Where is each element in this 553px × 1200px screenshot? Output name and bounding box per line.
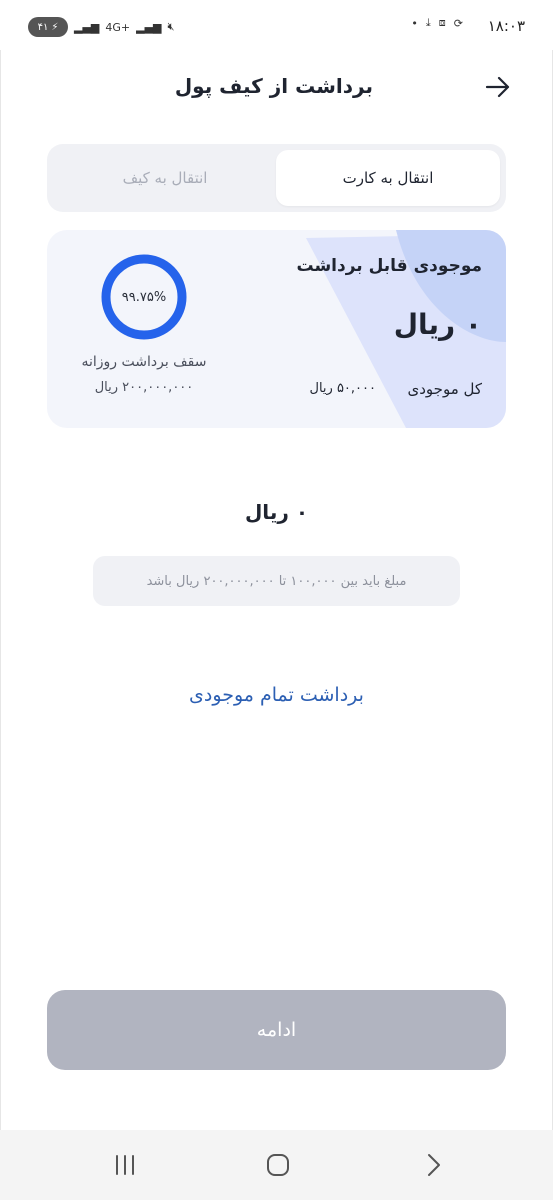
download-icon: ⤓ [425, 16, 431, 29]
recents-icon [116, 1155, 134, 1175]
screenshot-icon: ⧈ [438, 16, 446, 29]
daily-cap-value: ۲۰۰,۰۰۰,۰۰۰ ریال [94, 380, 194, 395]
sync-icon: ⟳ [453, 16, 463, 30]
signal-icon: ▂▄▆ [74, 20, 100, 34]
daily-cap-progress-ring: ۹۹.۷۵% [99, 252, 189, 342]
signal-icon-2: ▂▄▆ [136, 20, 162, 34]
balance-card: موجودی قابل برداشت ۰ ریال کل موجودی ۵۰,۰… [47, 230, 506, 428]
system-nav-bar [0, 1130, 553, 1200]
status-bar: ۴۱ ⚡ ▂▄▆ 4G+ ▂▄▆ 🔇︎ • ⤓ ⧈ ⟳ ۱۸:۰۳ [0, 0, 553, 50]
tab-wallet-transfer[interactable]: انتقال به کیف [53, 150, 277, 206]
withdrawable-balance-label: موجودی قابل برداشت [296, 256, 482, 276]
transfer-tabs: انتقال به کارت انتقال به کیف [47, 144, 506, 212]
back-nav-button[interactable] [414, 1150, 454, 1180]
chevron-right-icon [428, 1154, 440, 1176]
total-balance-label: کل موجودی [407, 380, 483, 398]
status-time: ۱۸:۰۳ [487, 17, 525, 35]
recent-apps-button[interactable] [105, 1150, 145, 1180]
withdraw-all-link[interactable]: برداشت تمام موجودی [0, 684, 553, 706]
continue-button[interactable]: ادامه [47, 990, 506, 1070]
mute-icon: 🔇︎ [167, 20, 175, 33]
status-left-group: ۴۱ ⚡ ▂▄▆ 4G+ ▂▄▆ 🔇︎ [28, 17, 174, 37]
dot-icon: • [411, 16, 418, 30]
arrow-right-icon [485, 76, 510, 98]
back-button[interactable] [483, 72, 513, 102]
total-balance-value: ۵۰,۰۰۰ ریال [309, 381, 376, 396]
amount-hint: مبلغ باید بین ۱۰۰,۰۰۰ تا ۲۰۰,۰۰۰,۰۰۰ ریا… [93, 556, 460, 606]
charging-icon: ⚡ [51, 21, 59, 33]
status-right-icons: • ⤓ ⧈ ⟳ [411, 16, 463, 30]
network-type: 4G+ [105, 20, 131, 34]
daily-cap-percent: ۹۹.۷۵% [121, 289, 167, 305]
withdrawable-balance-amount: ۰ ریال [393, 308, 482, 341]
page-title: برداشت از کیف پول [174, 74, 373, 98]
battery-level: ۴۱ [37, 21, 49, 33]
battery-indicator: ۴۱ ⚡ [28, 17, 68, 37]
home-button[interactable] [258, 1150, 298, 1180]
home-icon [267, 1154, 289, 1176]
daily-cap-label: سقف برداشت روزانه [81, 354, 207, 370]
amount-input[interactable]: ۰ ریال [0, 500, 553, 524]
tab-card-transfer[interactable]: انتقال به کارت [276, 150, 500, 206]
header: برداشت از کیف پول [0, 50, 553, 120]
